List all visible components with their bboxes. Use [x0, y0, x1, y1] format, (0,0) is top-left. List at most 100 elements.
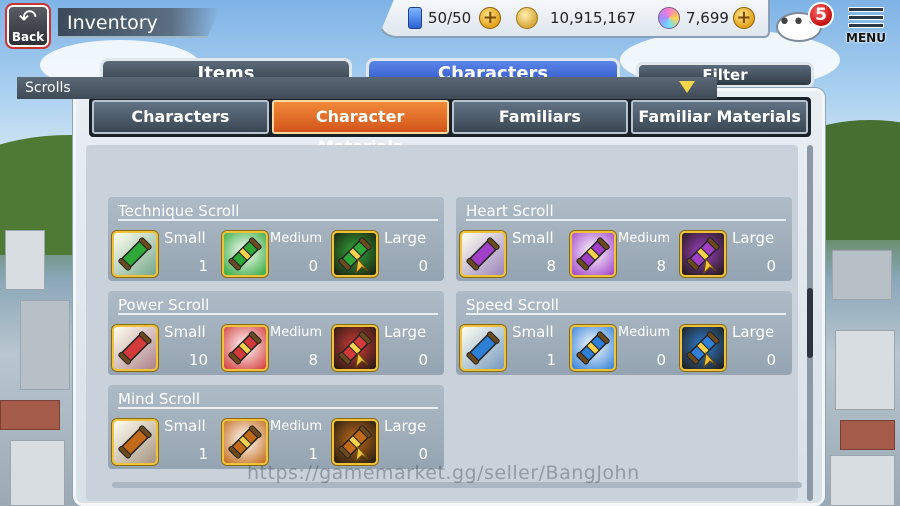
item-size-label: Large	[384, 417, 427, 435]
item-medium[interactable]: Medium 8	[218, 321, 326, 371]
coins-stat: 10,915,167	[516, 0, 636, 36]
hamburger-icon	[842, 7, 890, 28]
card-title: Technique Scroll	[118, 201, 438, 221]
item-count: 10	[188, 351, 208, 369]
menu-button[interactable]: MENU	[842, 4, 890, 50]
item-count: 1	[308, 445, 318, 463]
card-title: Mind Scroll	[118, 389, 438, 409]
section-header-scrolls[interactable]: Scrolls	[17, 77, 717, 99]
chat-button[interactable]: ••• 5	[774, 2, 834, 46]
back-arrow-icon: ↶	[18, 6, 38, 31]
item-large[interactable]: Large 0	[328, 321, 436, 371]
subtab-character-materials[interactable]: Character Materials	[271, 100, 449, 156]
scroll-large-icon[interactable]	[332, 419, 378, 465]
item-medium[interactable]: Medium 0	[218, 227, 326, 277]
page-title: Inventory	[67, 12, 158, 34]
status-bar: 50/50 + 10,915,167 7,699 +	[378, 0, 770, 38]
scroll-small-icon[interactable]	[112, 325, 158, 371]
item-medium[interactable]: Medium 0	[566, 321, 674, 371]
scrollbar-thumb[interactable]	[807, 288, 813, 358]
card-mind-scroll: Mind Scroll Small 1 Medium 1 Large 0	[108, 385, 444, 469]
item-medium[interactable]: Medium 8	[566, 227, 674, 277]
item-small[interactable]: Small 10	[108, 321, 216, 371]
item-count: 1	[546, 351, 556, 369]
item-count: 8	[308, 351, 318, 369]
scroll-medium-icon[interactable]	[570, 325, 616, 371]
add-energy-button[interactable]: +	[479, 7, 502, 29]
scroll-large-icon[interactable]	[680, 325, 726, 371]
collapse-chevron-icon[interactable]	[679, 81, 695, 93]
add-gems-button[interactable]: +	[732, 7, 755, 29]
subtab-familiars[interactable]: Familiars	[451, 100, 629, 134]
scroll-large-icon[interactable]	[680, 231, 726, 277]
item-large[interactable]: Large 0	[676, 321, 784, 371]
item-size-label: Small	[164, 417, 206, 435]
item-large[interactable]: Large 0	[328, 227, 436, 277]
card-title: Power Scroll	[118, 295, 438, 315]
item-size-label: Large	[732, 323, 775, 341]
item-size-label: Medium	[618, 231, 670, 246]
item-count: 8	[656, 257, 666, 275]
item-size-label: Small	[164, 323, 206, 341]
item-size-label: Medium	[270, 231, 322, 246]
section-title: Scrolls	[25, 80, 71, 96]
item-size-label: Medium	[270, 325, 322, 340]
item-size-label: Medium	[270, 419, 322, 434]
scroll-small-icon[interactable]	[112, 419, 158, 465]
scroll-small-icon[interactable]	[460, 231, 506, 277]
scroll-small-icon[interactable]	[460, 325, 506, 371]
item-small[interactable]: Small 1	[108, 227, 216, 277]
scroll-large-icon[interactable]	[332, 231, 378, 277]
item-count: 0	[656, 351, 666, 369]
back-label: Back	[11, 30, 45, 44]
card-title: Speed Scroll	[466, 295, 786, 315]
gems-stat: 7,699 +	[658, 0, 755, 36]
card-heart-scroll: Heart Scroll Small 8 Medium 8 Large 0	[456, 197, 792, 281]
energy-value: 50/50	[428, 9, 472, 27]
item-size-label: Small	[512, 323, 554, 341]
item-medium[interactable]: Medium 1	[218, 415, 326, 465]
item-size-label: Large	[732, 229, 775, 247]
scroll-large-icon[interactable]	[332, 325, 378, 371]
item-count: 0	[418, 351, 428, 369]
gem-icon	[658, 7, 680, 29]
energy-stat: 50/50 +	[408, 0, 502, 36]
scrollbar[interactable]	[807, 145, 813, 501]
scroll-medium-icon[interactable]	[222, 419, 268, 465]
chat-notification-badge: 5	[808, 2, 834, 28]
item-count: 0	[418, 257, 428, 275]
subtab-characters[interactable]: Characters	[92, 100, 269, 134]
item-count: 0	[766, 351, 776, 369]
card-technique-scroll: Technique Scroll Small 1 Medium 0 Large 0	[108, 197, 444, 281]
item-count: 1	[198, 445, 208, 463]
item-large[interactable]: Large 0	[676, 227, 784, 277]
item-size-label: Small	[512, 229, 554, 247]
scroll-medium-icon[interactable]	[222, 231, 268, 277]
item-size-label: Large	[384, 323, 427, 341]
item-size-label: Small	[164, 229, 206, 247]
subtab-familiar-materials[interactable]: Familiar Materials	[631, 100, 808, 134]
page-title-bar: Inventory	[58, 8, 220, 38]
item-large[interactable]: Large 0	[328, 415, 436, 465]
item-size-label: Large	[384, 229, 427, 247]
energy-icon	[408, 7, 422, 29]
scroll-medium-icon[interactable]	[222, 325, 268, 371]
item-small[interactable]: Small 1	[108, 415, 216, 465]
coin-icon	[516, 7, 538, 29]
item-count: 0	[418, 445, 428, 463]
back-button[interactable]: ↶ Back	[5, 3, 51, 49]
card-speed-scroll: Speed Scroll Small 1 Medium 0 Large 0	[456, 291, 792, 375]
item-count: 0	[308, 257, 318, 275]
item-size-label: Medium	[618, 325, 670, 340]
card-title: Heart Scroll	[466, 201, 786, 221]
sub-tab-bar: Characters Character Materials Familiars…	[89, 97, 811, 156]
watermark-text: https://gamemarket.gg/seller/BangJohn	[247, 462, 640, 484]
item-count: 1	[198, 257, 208, 275]
item-count: 8	[546, 257, 556, 275]
scroll-small-icon[interactable]	[112, 231, 158, 277]
item-small[interactable]: Small 1	[456, 321, 564, 371]
scroll-medium-icon[interactable]	[570, 231, 616, 277]
item-small[interactable]: Small 8	[456, 227, 564, 277]
item-count: 0	[766, 257, 776, 275]
card-power-scroll: Power Scroll Small 10 Medium 8 Large 0	[108, 291, 444, 375]
